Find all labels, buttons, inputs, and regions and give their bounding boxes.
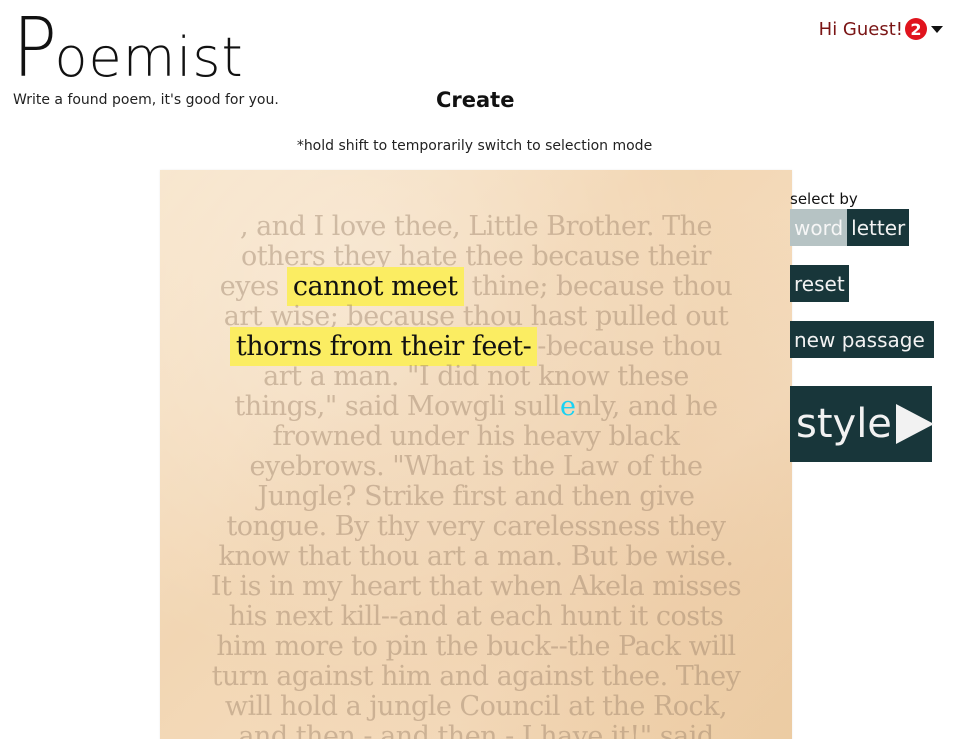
select-by-letter-button[interactable]: letter [847, 209, 910, 246]
passage-line: It is in my heart that when Akela misses [160, 572, 792, 602]
passage-line: things," said Mowgli sullenly, and he [160, 392, 792, 422]
passage-fragment[interactable]: eyebrows. "What is the Law of the [249, 451, 703, 482]
passage-fragment[interactable]: art a man. "I did not know these [263, 361, 689, 392]
passage-line: will hold a jungle Council at the Rock, [160, 692, 792, 722]
passage-fragment[interactable]: nly, and he [576, 391, 719, 422]
passage-fragment[interactable]: his next kill--and at each hunt it costs [229, 601, 724, 632]
passage-fragment[interactable]: thine; because thou [464, 271, 733, 302]
reset-button[interactable]: reset [790, 265, 849, 302]
selection-hint: *hold shift to temporarily switch to sel… [296, 138, 653, 154]
passage-fragment[interactable]: frowned under his heavy black [272, 421, 680, 452]
passage-line: frowned under his heavy black [160, 422, 792, 452]
passage-fragment[interactable]: It is in my heart that when Akela misses [211, 571, 742, 602]
user-menu[interactable]: Hi Guest! 2 [819, 18, 943, 40]
passage-line: tongue. By thy very carelessness they [160, 512, 792, 542]
chevron-down-icon [931, 25, 943, 33]
passage-fragment[interactable]: -because thou [537, 331, 722, 362]
notification-badge: 2 [905, 18, 927, 40]
passage-fragment[interactable]: and then - and then - I have it!" said [238, 721, 714, 739]
passage-fragment[interactable]: Jungle? Strike first and then give [258, 481, 695, 512]
passage-line: eyes cannot meet thine; because thou [160, 267, 792, 306]
style-button[interactable]: style [790, 386, 934, 462]
page-title: Create [436, 88, 515, 112]
passage-fragment[interactable]: will hold a jungle Council at the Rock, [225, 691, 728, 722]
passage-line: others they hate thee because their [160, 242, 792, 272]
play-icon [895, 404, 934, 444]
select-mode-toggle: word letter [790, 209, 910, 246]
passage-fragment[interactable]: turn against him and against thee. They [212, 661, 741, 692]
passage-line: his next kill--and at each hunt it costs [160, 602, 792, 632]
logo-initial: P [12, 1, 58, 96]
passage-line: know that thou art a man. But be wise. [160, 542, 792, 572]
passage-text[interactable]: , and I love thee, Little Brother. The ot… [160, 212, 792, 739]
passage-fragment[interactable]: him more to pin the buck--the Pack will [216, 631, 736, 662]
poemist-create-page: Poemist Write a found poem, it's good fo… [0, 0, 963, 739]
select-by-label: select by [790, 190, 858, 208]
passage-fragment[interactable]: things," said Mowgli sull [234, 391, 560, 422]
passage-line: him more to pin the buck--the Pack will [160, 632, 792, 662]
passage-line: turn against him and against thee. They [160, 662, 792, 692]
select-by-word-button[interactable]: word [790, 209, 848, 246]
user-greeting: Hi Guest! [818, 18, 903, 40]
passage-fragment[interactable]: tongue. By thy very carelessness they [226, 511, 726, 542]
logo-rest: oemist [54, 26, 244, 89]
hovered-letter[interactable]: e [560, 391, 576, 422]
passage-line: thorns from their feet- -because thou [160, 327, 792, 366]
passage-line: eyebrows. "What is the Law of the [160, 452, 792, 482]
passage-fragment[interactable]: , and I love thee, Little Brother. The [240, 211, 713, 242]
new-passage-button[interactable]: new passage [790, 321, 934, 358]
passage-line: , and I love thee, Little Brother. The [160, 212, 792, 242]
passage-line: and then - and then - I have it!" said [160, 722, 792, 739]
passage-fragment[interactable]: eyes [220, 271, 287, 302]
tagline: Write a found poem, it's good for you. [13, 92, 279, 108]
poemist-logo[interactable]: Poemist [10, 8, 244, 90]
passage-line: art a man. "I did not know these [160, 362, 792, 392]
style-button-label: style [796, 401, 892, 447]
passage-line: Jungle? Strike first and then give [160, 482, 792, 512]
passage-paper[interactable]: , and I love thee, Little Brother. The ot… [160, 170, 792, 739]
passage-fragment[interactable]: know that thou art a man. But be wise. [219, 541, 734, 572]
